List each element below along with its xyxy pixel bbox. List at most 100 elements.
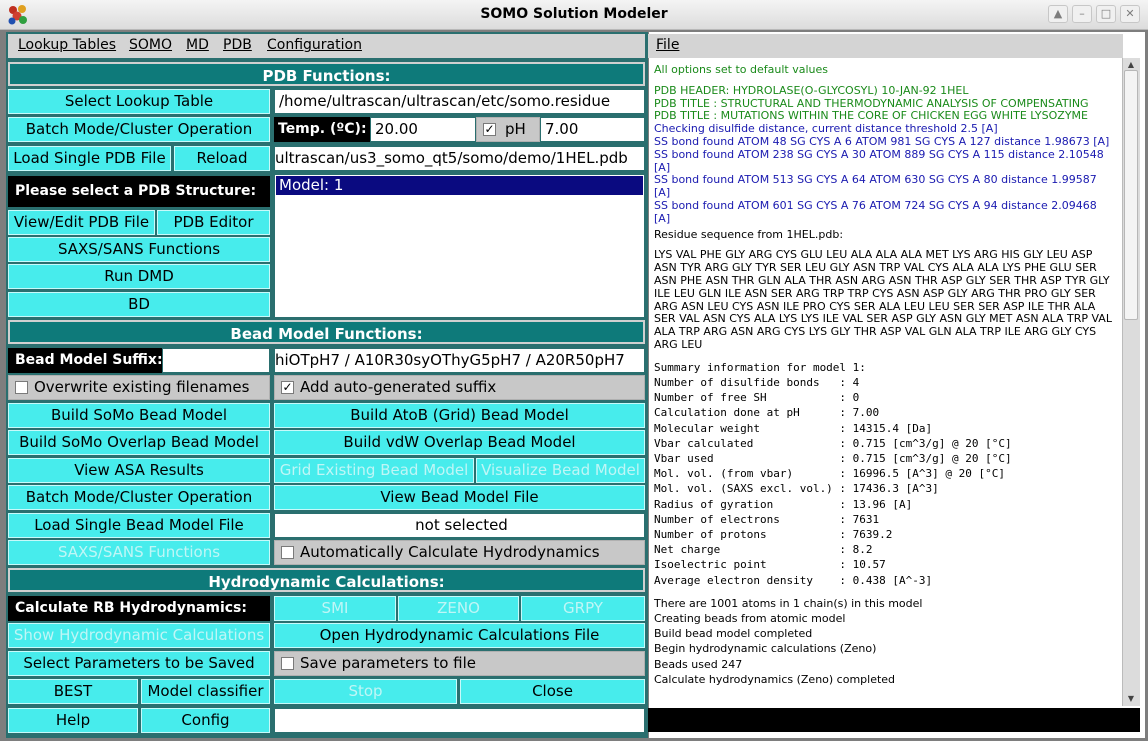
log-header-line: PDB HEADER: HYDROLASE(O-GLYCOSYL) 10-JAN…	[654, 83, 969, 97]
log-tail-line: Build bead model completed	[654, 627, 813, 641]
pdb-batch-mode-button[interactable]: Batch Mode/Cluster Operation	[8, 117, 270, 142]
log-summary-line: Number of disulfide bonds : 4	[654, 375, 860, 389]
log-summary-line: Net charge : 8.2	[654, 543, 873, 557]
pdb-structure-list[interactable]: Model: 1	[274, 174, 645, 318]
temperature-label: Temp. (ºC):	[274, 117, 370, 142]
log-ss-line: SS bond found ATOM 601 SG CYS A 76 ATOM …	[654, 198, 1097, 225]
menu-configuration[interactable]: Configuration	[267, 37, 362, 53]
config-button[interactable]: Config	[141, 708, 270, 733]
stop-button[interactable]: Stop	[274, 679, 457, 704]
close-button[interactable]: Close	[460, 679, 645, 704]
log-summary-line: Mol. vol. (SAXS excl. vol.) : 17436.3 [A…	[654, 482, 939, 496]
view-edit-pdb-button[interactable]: View/Edit PDB File	[8, 210, 155, 235]
status-bar	[648, 708, 1140, 732]
view-bead-model-file-button[interactable]: View Bead Model File	[274, 485, 645, 510]
log-ss-line: SS bond found ATOM 238 SG CYS A 30 ATOM …	[654, 147, 1104, 174]
log-summary-line: Molecular weight : 14315.4 [Da]	[654, 421, 933, 435]
progress-field	[274, 708, 645, 733]
log-summary-line: Number of free SH : 0	[654, 391, 860, 405]
close-window-icon[interactable]: ✕	[1120, 5, 1140, 23]
add-suffix-checkbox[interactable]: ✓	[281, 381, 294, 394]
window-title: SOMO Solution Modeler	[480, 6, 668, 22]
save-parameters-toggle[interactable]: Save parameters to file	[274, 651, 645, 676]
log-text-area[interactable]: All options set to default values PDB HE…	[650, 60, 1118, 706]
scroll-up-icon[interactable]: ▲	[1124, 60, 1138, 70]
pdb-file-path-field[interactable]: ultrascan/us3_somo_qt5/somo/demo/1HEL.pd…	[274, 146, 645, 171]
grid-existing-bead-model-button[interactable]: Grid Existing Bead Model	[274, 458, 474, 483]
log-summary-line: Number of electrons : 7631	[654, 512, 880, 526]
build-atob-bead-model-button[interactable]: Build AtoB (Grid) Bead Model	[274, 403, 645, 428]
scroll-down-icon[interactable]: ▼	[1124, 694, 1138, 704]
bead-batch-mode-button[interactable]: Batch Mode/Cluster Operation	[8, 485, 270, 510]
overwrite-checkbox[interactable]	[15, 381, 28, 394]
ph-checkbox[interactable]: ✓	[483, 123, 496, 136]
log-tail-line: There are 1001 atoms in 1 chain(s) in th…	[654, 596, 923, 610]
shade-window-icon[interactable]: ▲	[1048, 5, 1068, 23]
menu-md[interactable]: MD	[186, 37, 209, 53]
model-list-item[interactable]: Model: 1	[276, 176, 643, 195]
log-summary-line: Average electron density : 0.438 [A^-3]	[654, 573, 933, 587]
scrollbar-thumb[interactable]	[1124, 70, 1138, 320]
bead-model-suffix-label: Bead Model Suffix:	[8, 348, 163, 373]
maximize-window-icon[interactable]: □	[1096, 5, 1116, 23]
temperature-field[interactable]: 20.00	[370, 117, 476, 142]
add-suffix-toggle[interactable]: ✓ Add auto-generated suffix	[274, 375, 645, 400]
load-single-pdb-button[interactable]: Load Single PDB File	[8, 146, 171, 171]
pdb-functions-header: PDB Functions:	[8, 62, 645, 86]
best-button[interactable]: BEST	[8, 679, 138, 704]
auto-hydrodynamics-label: Automatically Calculate Hydrodynamics	[300, 543, 600, 561]
bead-model-functions-header: Bead Model Functions:	[8, 320, 645, 344]
auto-hydrodynamics-checkbox[interactable]	[281, 546, 294, 559]
bead-model-file-field[interactable]: not selected	[274, 513, 645, 538]
auto-hydrodynamics-toggle[interactable]: Automatically Calculate Hydrodynamics	[274, 540, 645, 565]
overwrite-filenames-toggle[interactable]: Overwrite existing filenames	[8, 375, 270, 400]
bd-button[interactable]: BD	[8, 292, 270, 317]
open-hydrodynamic-file-button[interactable]: Open Hydrodynamic Calculations File	[274, 623, 645, 648]
log-tail-line: Begin hydrodynamic calculations (Zeno)	[654, 642, 877, 656]
log-summary-line: Mol. vol. (from vbar) : 16996.5 [A^3] @ …	[654, 467, 1005, 481]
visualize-bead-model-button[interactable]: Visualize Bead Model	[476, 458, 645, 483]
log-gap	[654, 588, 1114, 596]
save-parameters-checkbox[interactable]	[281, 657, 294, 670]
menu-somo[interactable]: SOMO	[129, 37, 172, 53]
smi-button[interactable]: SMI	[274, 596, 396, 621]
zeno-button[interactable]: ZENO	[398, 596, 519, 621]
auto-suffix-field[interactable]: hiOTpH7 / A10R30syOThyG5pH7 / A20R50pH7	[274, 348, 645, 373]
minimize-window-icon[interactable]: –	[1072, 5, 1092, 23]
add-suffix-label: Add auto-generated suffix	[300, 378, 497, 396]
log-ss-line: SS bond found ATOM 48 SG CYS A 6 ATOM 98…	[654, 134, 1110, 148]
run-dmd-button[interactable]: Run DMD	[8, 264, 270, 289]
log-residue-title: Residue sequence from 1HEL.pdb:	[654, 227, 844, 241]
log-tail-line: Beads used 247	[654, 657, 743, 671]
lookup-table-path-field[interactable]: /home/ultrascan/ultrascan/etc/somo.resid…	[274, 89, 645, 114]
select-lookup-table-button[interactable]: Select Lookup Table	[8, 89, 270, 114]
log-sequence: LYS VAL PHE GLY ARG CYS GLU LEU ALA ALA …	[654, 248, 1112, 351]
overwrite-label: Overwrite existing filenames	[34, 378, 250, 396]
save-parameters-label: Save parameters to file	[300, 654, 477, 672]
select-pdb-structure-label: Please select a PDB Structure:	[8, 176, 270, 207]
log-default-line: All options set to default values	[654, 63, 828, 76]
grpy-button[interactable]: GRPY	[521, 596, 645, 621]
ph-field[interactable]: 7.00	[540, 117, 645, 142]
log-summary-line: Calculation done at pH : 7.00	[654, 406, 880, 420]
build-vdw-overlap-button[interactable]: Build vdW Overlap Bead Model	[274, 430, 645, 455]
show-hydrodynamic-calculations-button[interactable]: Show Hydrodynamic Calculations	[8, 623, 270, 648]
bead-saxs-sans-button[interactable]: SAXS/SANS Functions	[8, 540, 270, 565]
menu-pdb[interactable]: PDB	[223, 37, 252, 53]
reload-button[interactable]: Reload	[174, 146, 270, 171]
log-summary-line: Vbar used : 0.715 [cm^3/g] @ 20 [°C]	[654, 451, 1012, 465]
help-button[interactable]: Help	[8, 708, 138, 733]
build-somo-overlap-button[interactable]: Build SoMo Overlap Bead Model	[8, 430, 270, 455]
pdb-saxs-sans-button[interactable]: SAXS/SANS Functions	[8, 237, 270, 262]
view-asa-results-button[interactable]: View ASA Results	[8, 458, 270, 483]
build-somo-bead-model-button[interactable]: Build SoMo Bead Model	[8, 403, 270, 428]
menu-lookup-tables[interactable]: Lookup Tables	[18, 37, 116, 53]
pdb-editor-button[interactable]: PDB Editor	[157, 210, 270, 235]
select-parameters-button[interactable]: Select Parameters to be Saved	[8, 651, 270, 676]
menu-file[interactable]: File	[656, 37, 679, 53]
log-tail-line: Creating beads from atomic model	[654, 611, 846, 625]
bead-model-suffix-field[interactable]	[162, 348, 270, 373]
ph-toggle[interactable]: ✓ pH	[476, 117, 540, 142]
load-single-bead-model-button[interactable]: Load Single Bead Model File	[8, 513, 270, 538]
model-classifier-button[interactable]: Model classifier	[141, 679, 270, 704]
